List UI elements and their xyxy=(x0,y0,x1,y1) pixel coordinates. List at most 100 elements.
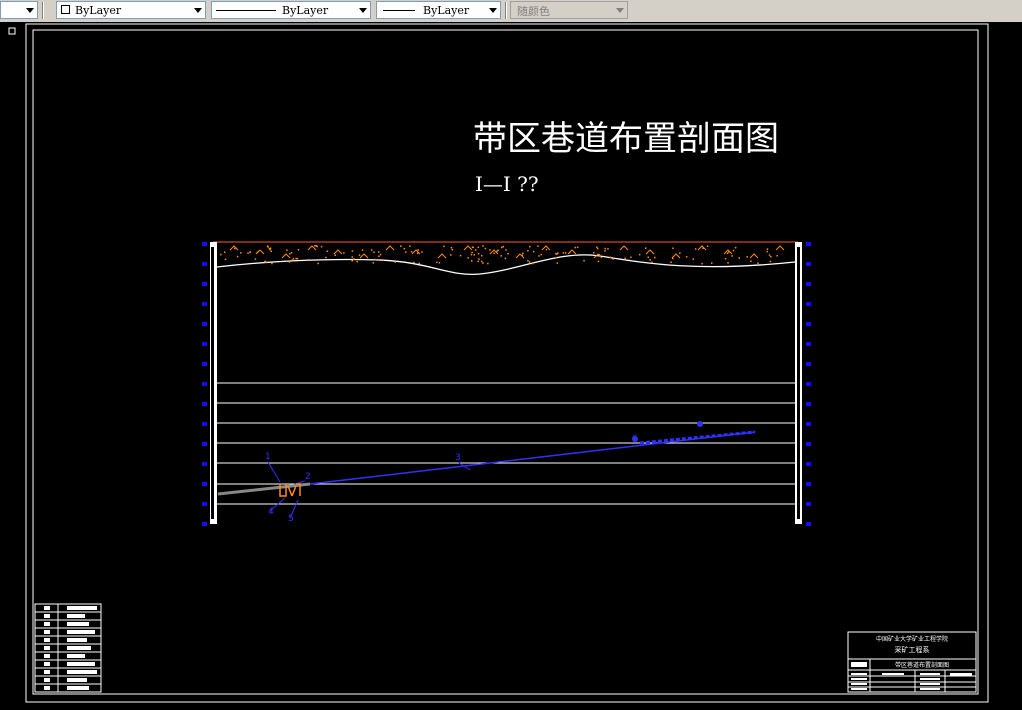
lineweight-control[interactable]: ByLayer xyxy=(376,1,501,19)
marker-left xyxy=(202,302,207,306)
marker-left xyxy=(202,322,207,326)
topsoil-hatch xyxy=(220,245,785,265)
topsoil-dot xyxy=(609,256,611,259)
topsoil-dot xyxy=(596,246,598,248)
topsoil-dot xyxy=(351,250,354,252)
topsoil-dot xyxy=(320,245,323,248)
topsoil-dot xyxy=(750,260,752,262)
color-swatch-icon xyxy=(61,5,70,14)
topsoil-dot xyxy=(374,258,377,261)
legend-cell-text xyxy=(67,638,87,642)
topsoil-dot xyxy=(358,254,361,256)
topsoil-dot xyxy=(470,253,473,256)
roadway-end xyxy=(639,430,756,445)
topsoil-dot xyxy=(296,258,299,260)
topsoil-dot xyxy=(651,261,653,264)
topsoil-dot xyxy=(405,251,407,253)
topsoil-dot xyxy=(685,256,688,258)
topsoil-dot xyxy=(236,255,239,258)
topsoil-dot xyxy=(247,252,249,254)
topsoil-dot xyxy=(290,252,293,254)
topsoil-dot xyxy=(361,249,364,251)
topsoil-dot xyxy=(649,259,651,261)
topsoil-dot xyxy=(410,251,413,253)
topsoil-dot xyxy=(351,256,353,258)
topsoil-dot xyxy=(482,245,484,247)
topsoil-dot xyxy=(501,246,503,249)
legend-table xyxy=(34,603,102,693)
topsoil-dot xyxy=(436,261,438,264)
topsoil-dot xyxy=(334,254,336,256)
legend-cell-text xyxy=(67,662,95,666)
chevron-down-icon xyxy=(26,8,34,13)
marker-right xyxy=(806,462,811,466)
topsoil-dot xyxy=(269,247,272,249)
topsoil-dot xyxy=(507,253,509,255)
topsoil-dot xyxy=(766,248,769,250)
topsoil-dot xyxy=(265,261,268,264)
marker-right xyxy=(806,362,811,366)
topsoil-mark xyxy=(359,253,369,259)
topsoil-dot xyxy=(489,249,491,251)
topsoil-dot xyxy=(409,245,411,247)
topsoil-dot xyxy=(271,262,273,265)
linetype-preview xyxy=(216,10,276,11)
topsoil-dot xyxy=(240,252,242,254)
label-b: 2 xyxy=(305,472,311,482)
topsoil-dot xyxy=(481,260,483,263)
legend-cell-code xyxy=(44,670,50,674)
topsoil-dot xyxy=(738,257,740,259)
topsoil-dot xyxy=(692,258,694,260)
drawing-canvas[interactable]: 带区巷道布置剖面图 I—I ?? 1 2 3 4 5 6 中国矿业大学矿业工程学… xyxy=(0,22,1022,710)
marker-left xyxy=(202,522,207,526)
legend-cell-code xyxy=(44,638,50,642)
drawing-title: 带区巷道布置剖面图 xyxy=(473,119,779,159)
topsoil-dot xyxy=(477,246,480,249)
marker-right xyxy=(806,342,811,346)
topsoil-dot xyxy=(371,249,373,251)
color-control-value: ByLayer xyxy=(75,4,122,17)
topsoil-dot xyxy=(576,246,579,249)
marker-left xyxy=(202,362,207,366)
layer-dropdown[interactable] xyxy=(0,1,38,19)
topsoil-dot xyxy=(315,245,318,247)
plotstyle-control[interactable]: 随颜色 xyxy=(510,1,628,19)
topsoil-dot xyxy=(314,245,316,247)
topsoil-dot xyxy=(604,247,606,250)
topsoil-mark xyxy=(697,245,707,251)
topsoil-dot xyxy=(264,260,266,263)
topsoil-dot xyxy=(418,262,420,265)
topsoil-dot xyxy=(556,262,558,264)
title-block-drawing-name: 带区巷道布置剖面图 xyxy=(895,661,949,669)
color-control[interactable]: ByLayer xyxy=(56,1,206,19)
linetype-control[interactable]: ByLayer xyxy=(211,1,371,19)
topsoil-dot xyxy=(757,262,759,264)
topsoil-dot xyxy=(249,251,251,253)
legend-cell-code xyxy=(44,654,50,658)
topsoil-dot xyxy=(421,251,423,253)
topsoil-dot xyxy=(672,247,674,249)
topsoil-dot xyxy=(604,250,606,252)
topsoil-dot xyxy=(477,252,480,255)
roadway-point xyxy=(697,421,703,427)
topsoil-mark xyxy=(645,249,655,255)
topsoil-dot xyxy=(645,247,647,249)
properties-toolbar: ByLayer ByLayer ByLayer 随颜色 xyxy=(0,0,1022,23)
topsoil-dot xyxy=(224,258,227,261)
topsoil-dot xyxy=(493,252,495,254)
topsoil-dot xyxy=(467,257,469,259)
topsoil-dot xyxy=(724,258,727,260)
legend-cell-text xyxy=(67,678,87,682)
lineweight-preview xyxy=(383,10,415,11)
topsoil-dot xyxy=(269,248,271,251)
label-c: 3 xyxy=(455,453,461,463)
legend-cell-code xyxy=(44,686,50,690)
viewport-marker xyxy=(8,27,16,35)
topsoil-dot xyxy=(732,249,735,252)
topsoil-dot xyxy=(538,255,540,257)
marker-right xyxy=(806,502,811,506)
legend-cell-text xyxy=(67,606,97,610)
marker-left xyxy=(202,442,207,446)
topsoil-dot xyxy=(555,256,557,259)
topsoil-dot xyxy=(487,262,489,265)
